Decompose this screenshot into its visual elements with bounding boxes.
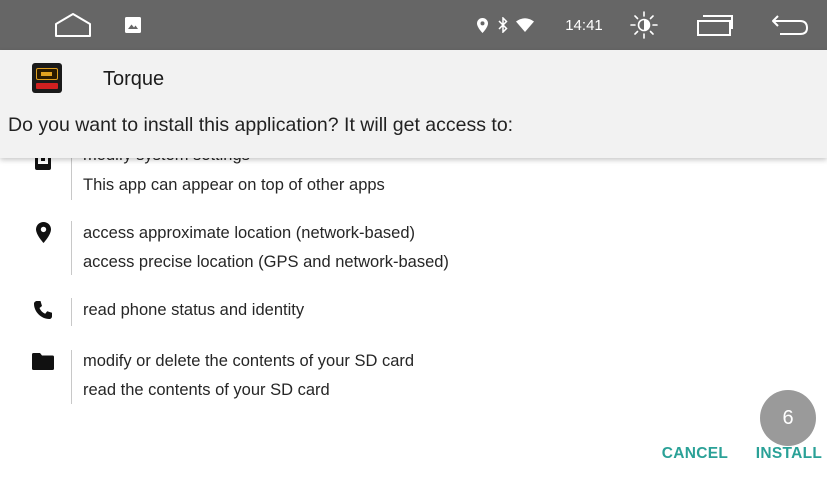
permission-text: modify or delete the contents of your SD… xyxy=(83,352,415,370)
permission-divider xyxy=(71,221,72,275)
obd-check-icon xyxy=(32,63,62,93)
location-icon xyxy=(475,0,489,50)
bluetooth-icon xyxy=(496,0,510,50)
permission-text: read phone status and identity xyxy=(83,301,305,319)
cancel-button[interactable]: CANCEL xyxy=(654,441,736,467)
wifi-icon xyxy=(515,0,535,50)
install-header: Torque Do you want to install this appli… xyxy=(0,50,827,158)
permission-text: access approximate location (network-bas… xyxy=(83,224,415,242)
permission-text: read the contents of your SD card xyxy=(83,381,330,399)
permission-divider xyxy=(71,298,72,326)
app-name: Torque xyxy=(103,68,165,90)
back-icon[interactable] xyxy=(768,0,812,50)
location-pin-icon xyxy=(32,221,54,243)
image-icon xyxy=(122,0,144,50)
home-icon[interactable] xyxy=(50,0,96,50)
install-button[interactable]: INSTALL xyxy=(752,441,826,467)
phone-icon xyxy=(32,299,54,321)
countdown-badge: 6 xyxy=(760,390,816,446)
permission-divider xyxy=(71,350,72,404)
permission-text: This app can appear on top of other apps xyxy=(83,176,385,194)
brightness-icon[interactable] xyxy=(627,0,661,50)
permission-text: access precise location (GPS and network… xyxy=(83,253,449,271)
clock: 14:41 xyxy=(565,16,603,34)
folder-icon xyxy=(32,350,54,372)
status-bar: 14:41 xyxy=(0,0,827,50)
recent-apps-icon[interactable] xyxy=(693,0,737,50)
install-prompt: Do you want to install this application?… xyxy=(8,114,514,136)
